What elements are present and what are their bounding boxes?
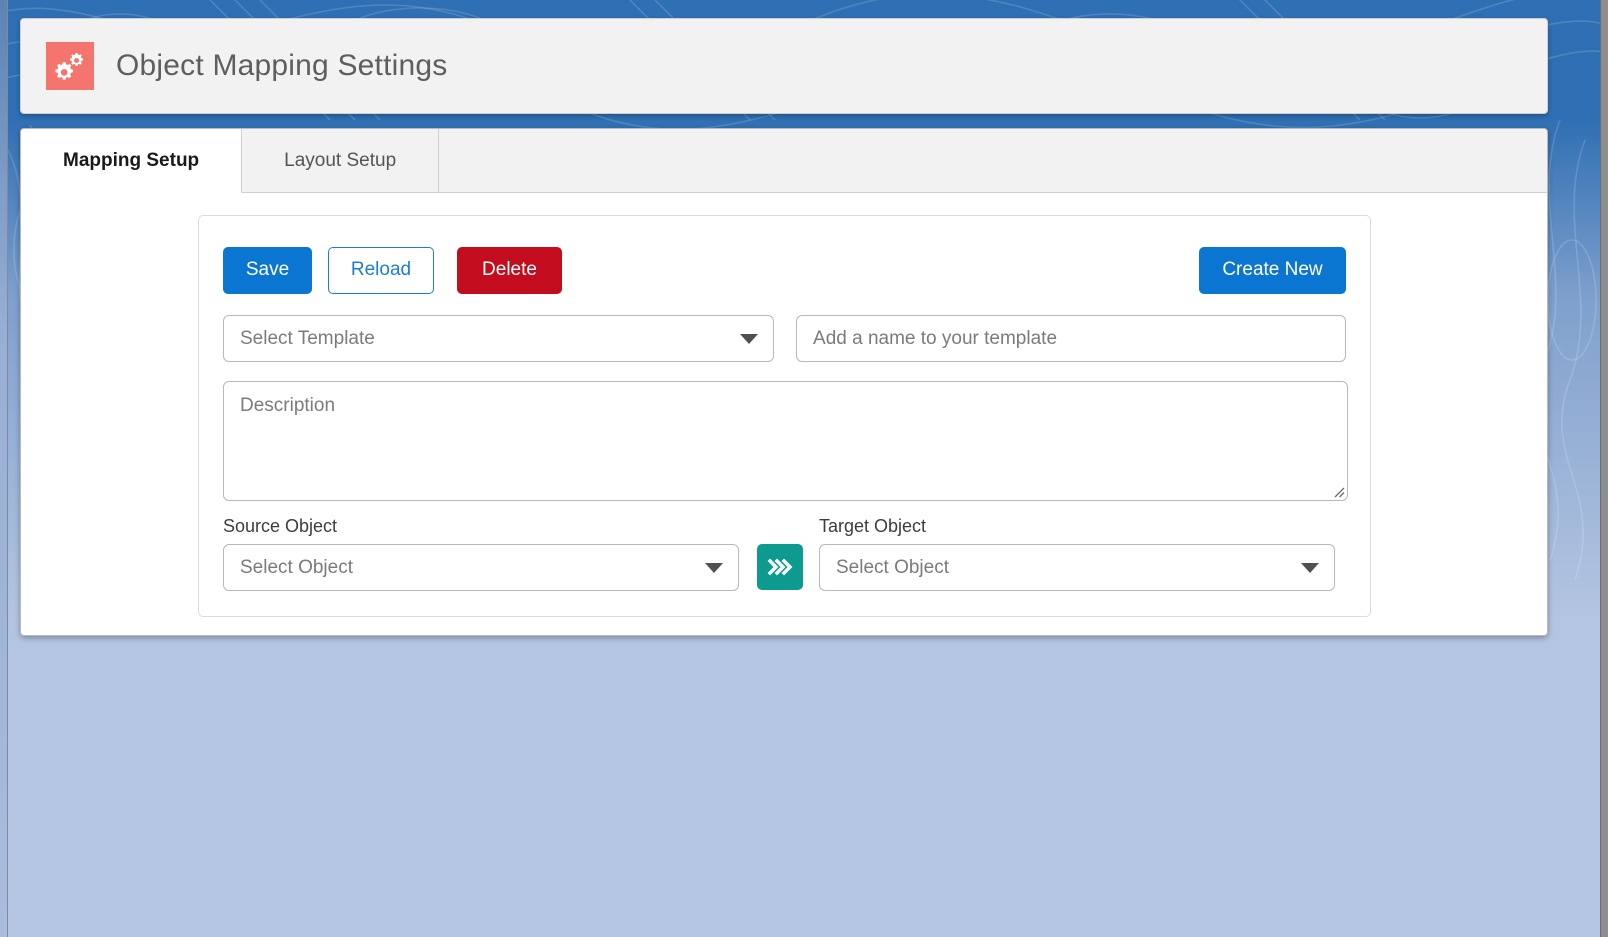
tab-bar: Mapping Setup Layout Setup [21,129,1547,193]
map-direction-button[interactable] [757,544,803,590]
mapping-form-card: Save Reload Delete Create New Select Tem… [198,215,1371,617]
template-name-placeholder: Add a name to your template [813,327,1058,349]
create-new-button[interactable]: Create New [1199,246,1346,294]
target-object-group: Target Object Select Object [819,516,1335,591]
tab-layout-setup[interactable]: Layout Setup [242,129,440,192]
delete-button-label: Delete [482,259,537,280]
source-object-value: Select Object [240,556,353,578]
template-select-value: Select Template [240,327,375,349]
main-panel: Mapping Setup Layout Setup Save Reload D… [20,128,1548,636]
delete-button[interactable]: Delete [457,246,562,294]
chevron-down-icon [705,562,723,573]
target-object-value: Select Object [836,556,949,578]
left-gutter [0,0,8,937]
description-textarea[interactable]: Description [223,381,1348,501]
chevron-down-icon [740,333,759,344]
action-button-row: Save Reload Delete Create New [223,244,1346,296]
window-scrollbar[interactable] [1600,0,1608,937]
resize-handle-icon[interactable] [1331,484,1345,498]
save-button[interactable]: Save [223,246,312,294]
reload-button[interactable]: Reload [328,246,434,294]
description-placeholder: Description [240,395,336,416]
double-chevron-right-icon [767,558,793,576]
object-mapping-row: Source Object Select Object Target Objec… [223,516,1346,591]
page-header: Object Mapping Settings [20,18,1548,114]
page-background: Object Mapping Settings Mapping Setup La… [0,0,1608,937]
create-new-button-label: Create New [1222,259,1323,280]
chevron-down-icon [1301,562,1319,573]
target-object-select[interactable]: Select Object [819,544,1335,591]
page-title: Object Mapping Settings [116,49,448,82]
target-object-label: Target Object [819,516,927,536]
tab-mapping-setup[interactable]: Mapping Setup [21,129,243,193]
gears-icon [46,42,94,90]
tab-layout-setup-label: Layout Setup [284,149,397,171]
source-object-label: Source Object [223,516,338,536]
source-object-select[interactable]: Select Object [223,544,739,591]
template-row: Select Template Add a name to your templ… [223,315,1346,362]
template-select[interactable]: Select Template [223,315,775,362]
tab-bar-filler [439,129,1547,192]
source-object-group: Source Object Select Object [223,516,739,591]
reload-button-label: Reload [350,259,412,280]
template-name-input[interactable]: Add a name to your template [796,315,1346,362]
save-button-label: Save [245,259,290,280]
tab-mapping-setup-label: Mapping Setup [63,149,200,171]
